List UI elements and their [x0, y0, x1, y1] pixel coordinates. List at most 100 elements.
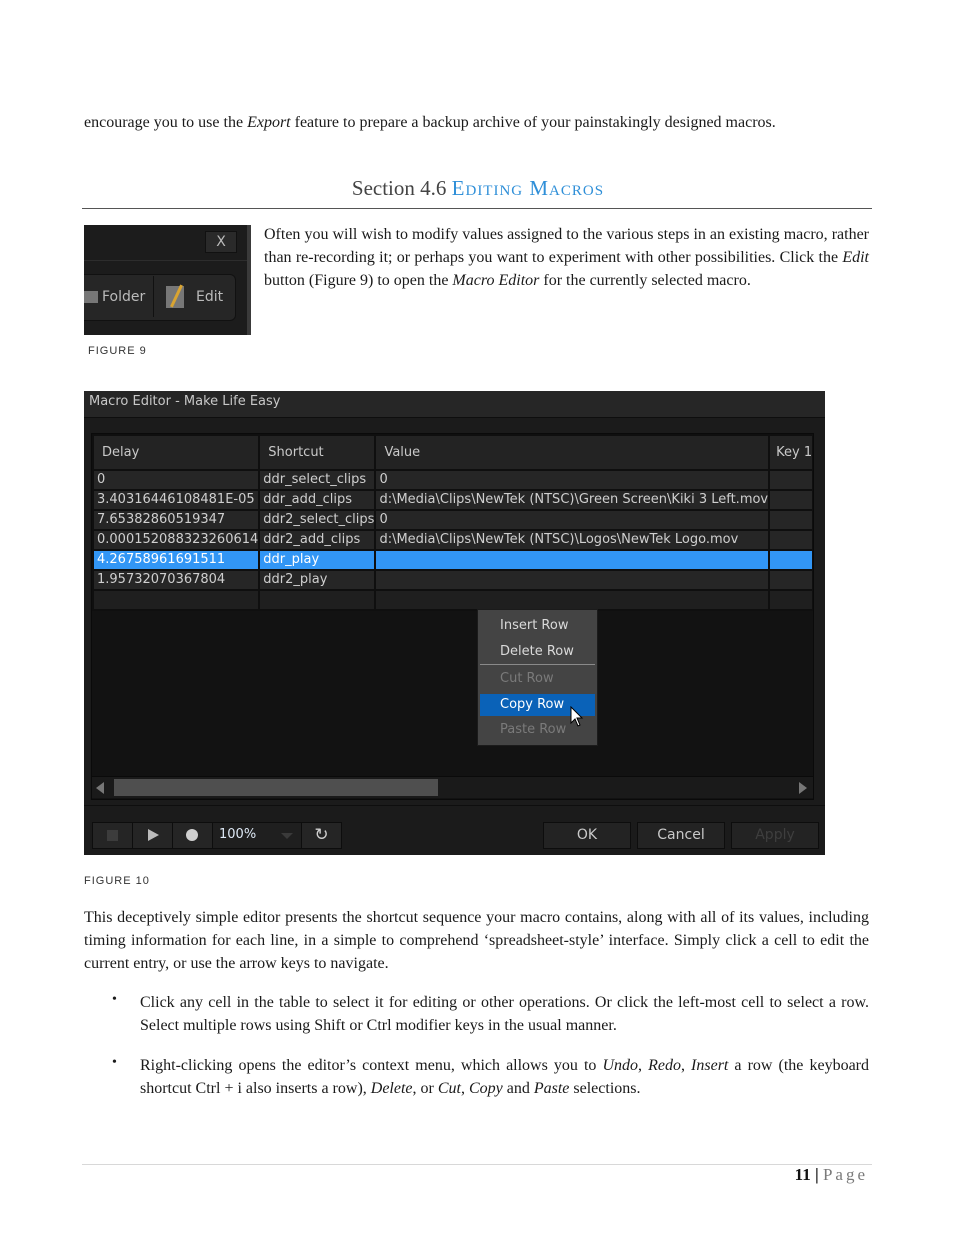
cell-value[interactable]: 0 [374, 509, 771, 531]
close-button[interactable]: X [205, 231, 237, 253]
column-header-shortcut[interactable]: Shortcut [258, 434, 377, 471]
page-label: Page [822, 1165, 868, 1184]
cell-value[interactable] [374, 569, 771, 591]
macro-editor-term: Macro Editor [452, 272, 540, 289]
export-term: Export [247, 114, 291, 131]
cell-value2[interactable] [812, 529, 813, 551]
table-row[interactable] [92, 589, 813, 611]
scrollbar-thumb[interactable] [114, 779, 438, 796]
cell-delay[interactable]: 0.000152088323260614 [92, 529, 261, 551]
cell-value2[interactable] [812, 509, 813, 531]
figure-9-caption: FIGURE 9 [88, 345, 147, 357]
menu-item-delete-row[interactable]: Delete Row [480, 641, 595, 663]
cell-shortcut[interactable]: ddr_add_clips [258, 489, 377, 511]
ok-button[interactable]: OK [543, 822, 631, 849]
column-header-value[interactable]: Value [374, 434, 771, 471]
cell-value2[interactable] [812, 549, 813, 571]
cell-delay[interactable] [92, 589, 261, 611]
cell-delay[interactable]: 3.40316446108481E-05 [92, 489, 261, 511]
playback-controls: 100% ↻ [92, 822, 342, 849]
column-header-delay[interactable]: Delay [92, 434, 261, 471]
edit-button[interactable]: Edit [166, 283, 223, 311]
cut-term: Cut [437, 1080, 461, 1097]
stop-button[interactable] [93, 823, 133, 848]
insert-term: Insert [691, 1057, 729, 1074]
table-row[interactable]: 4.26758961691511 ddr_play [92, 549, 813, 571]
column-header-value2[interactable]: Va [812, 434, 813, 471]
cell-delay[interactable]: 7.65382860519347 [92, 509, 261, 531]
table-row[interactable]: 1.95732070367804 ddr2_play [92, 569, 813, 591]
mouse-cursor-icon [570, 706, 584, 727]
figure-9-description: Often you will wish to modify values ass… [264, 223, 869, 292]
menu-item-insert-row[interactable]: Insert Row [480, 615, 595, 637]
edit-label: Edit [196, 289, 224, 305]
menu-item-cut-row[interactable]: Cut Row [480, 668, 595, 690]
cell-delay[interactable]: 1.95732070367804 [92, 569, 261, 591]
folder-button[interactable]: Folder [84, 283, 145, 311]
cell-key1[interactable] [768, 589, 813, 611]
bullet-icon: • [112, 992, 117, 1007]
cell-key1[interactable] [768, 569, 813, 591]
folder-label: Folder [102, 289, 146, 305]
table-row[interactable]: 3.40316446108481E-05 ddr_add_clips d:\Medi… [92, 489, 813, 511]
cell-shortcut[interactable]: ddr_play [258, 549, 377, 571]
table-row[interactable]: 7.65382860519347 ddr2_select_clips 0 [92, 509, 813, 531]
cell-value2[interactable] [812, 589, 813, 611]
cell-value[interactable] [374, 549, 771, 571]
figure-9-screenshot: X Folder Edit [84, 225, 251, 335]
bullet-item-1: Click any cell in the table to select it… [140, 994, 869, 1034]
cell-key1[interactable] [768, 529, 813, 551]
footer-divider [84, 805, 825, 806]
cell-shortcut[interactable]: ddr2_play [258, 569, 377, 591]
cancel-button[interactable]: Cancel [637, 822, 725, 849]
section-number: Section 4.6 [351, 176, 452, 200]
apply-button[interactable]: Apply [731, 822, 819, 849]
loop-button[interactable]: ↻ [302, 823, 341, 848]
figure-10-caption: FIGURE 10 [84, 875, 150, 887]
cell-delay[interactable]: 0 [92, 469, 261, 491]
column-header-key1[interactable]: Key 1 [768, 434, 813, 471]
cell-value[interactable] [374, 589, 771, 611]
desc-text-2: button (Figure 9) to open the [264, 272, 453, 289]
cell-shortcut[interactable] [258, 589, 377, 611]
cell-key1[interactable] [768, 489, 813, 511]
cell-key1[interactable] [768, 549, 813, 571]
speed-select[interactable]: 100% [213, 823, 302, 848]
table-header-row: Delay Shortcut Value Key 1 Va [92, 434, 813, 471]
section-heading: Section 4.6 Editing Macros [84, 176, 872, 201]
horizontal-scrollbar[interactable] [92, 776, 813, 798]
chevron-down-icon [281, 833, 293, 839]
cell-value2[interactable] [812, 489, 813, 511]
b2-text: , or [412, 1080, 438, 1097]
page-footer: 11 | Page [700, 1165, 868, 1185]
play-icon [148, 829, 159, 841]
record-button[interactable] [173, 823, 213, 848]
section-title: Editing Macros [451, 176, 605, 200]
cell-value[interactable]: 0 [374, 469, 771, 491]
cell-key1[interactable] [768, 509, 813, 531]
copy-term: Copy [468, 1080, 503, 1097]
scroll-left-arrow-icon[interactable] [96, 782, 104, 794]
cell-shortcut[interactable]: ddr2_add_clips [258, 529, 377, 551]
menu-separator [480, 664, 595, 665]
cell-value[interactable]: d:\Media\Clips\NewTek (NTSC)\Green Scree… [374, 489, 771, 511]
cell-value2[interactable] [812, 569, 813, 591]
cell-value[interactable]: d:\Media\Clips\NewTek (NTSC)\Logos\NewTe… [374, 529, 771, 551]
bullet-item-2: Right-clicking opens the editor’s contex… [140, 1054, 869, 1100]
cell-shortcut[interactable]: ddr2_select_clips [258, 509, 377, 531]
bullet-icon: • [112, 1055, 117, 1070]
cell-delay[interactable]: 4.26758961691511 [92, 549, 261, 571]
scroll-right-arrow-icon[interactable] [799, 782, 807, 794]
intro-paragraph: encourage you to use the Export feature … [84, 111, 869, 134]
play-button[interactable] [133, 823, 173, 848]
cell-key1[interactable] [768, 469, 813, 491]
record-icon [186, 829, 198, 841]
b2-text: , [460, 1080, 469, 1097]
cell-value2[interactable] [812, 469, 813, 491]
table-row[interactable]: 0.000152088323260614 ddr2_add_clips d:\Med… [92, 529, 813, 551]
intro-text-1: encourage you to use the [84, 114, 248, 131]
table-row[interactable]: 0 ddr_select_clips 0 [92, 469, 813, 491]
cell-shortcut[interactable]: ddr_select_clips [258, 469, 377, 491]
desc-text-1: Often you will wish to modify values ass… [264, 226, 869, 266]
intro-text-2: feature to prepare a backup archive of y… [290, 114, 776, 131]
